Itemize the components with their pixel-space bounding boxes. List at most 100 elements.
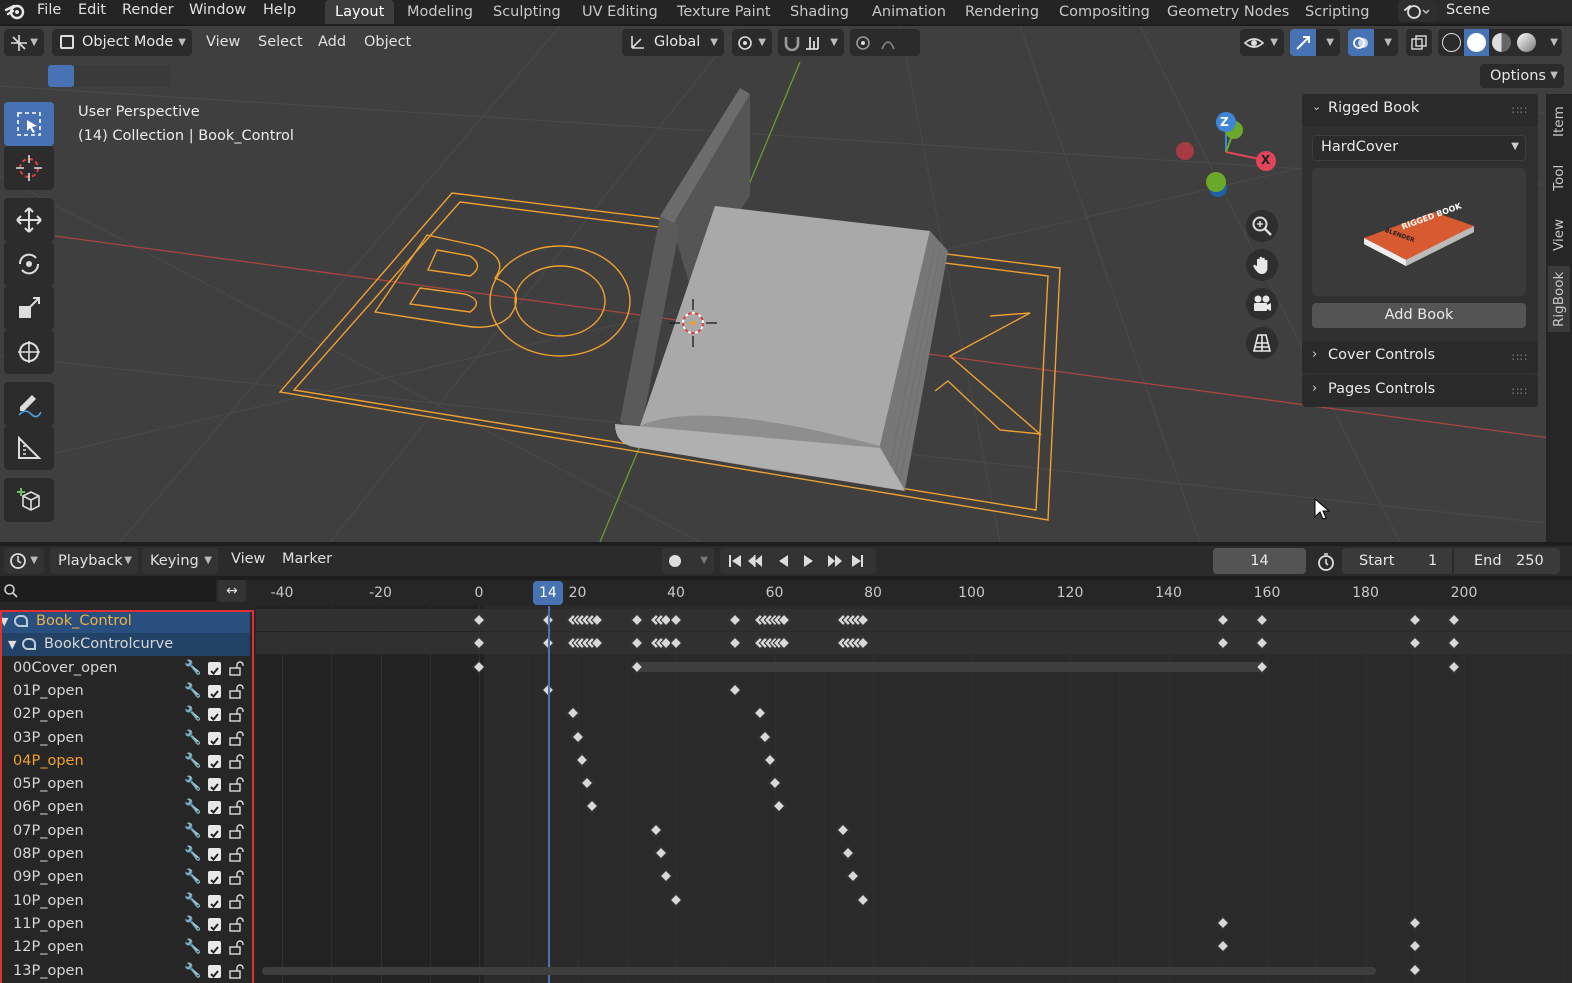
menu-window[interactable]: Window	[189, 0, 246, 22]
current-frame-indicator[interactable]: 14	[532, 581, 563, 605]
drag-handle-icon[interactable]: ∷∷	[1512, 385, 1528, 398]
rigged-book-panel-header[interactable]: ⌄ Rigged Book ∷∷	[1302, 94, 1538, 126]
tab-view[interactable]: View	[1548, 208, 1570, 262]
channel-row[interactable]: 00Cover_open 🔧	[0, 657, 250, 680]
tab-uv-editing[interactable]: UV Editing	[572, 0, 668, 24]
channel-enable-checkbox[interactable]	[208, 824, 221, 838]
channel-row[interactable]: ▼ BookControlcurve	[0, 633, 250, 657]
channel-row[interactable]: 10P_open 🔧	[0, 890, 250, 913]
wrench-icon[interactable]: 🔧	[184, 960, 201, 983]
overlays-toggle-group[interactable]: ▼	[1348, 29, 1398, 56]
overlays-toggle-button[interactable]	[1348, 29, 1374, 56]
keyframe[interactable]	[842, 846, 855, 860]
channel-row[interactable]: 06P_open 🔧	[0, 796, 250, 819]
gizmo-toggle-button[interactable]	[1290, 29, 1316, 56]
keyframe[interactable]	[1408, 939, 1422, 953]
drag-handle-icon[interactable]: ∷∷	[1512, 104, 1528, 117]
wrench-icon[interactable]: 🔧	[184, 680, 201, 703]
select-new-icon[interactable]	[48, 65, 74, 87]
keyframe[interactable]	[856, 893, 870, 906]
wrench-icon[interactable]: 🔧	[184, 866, 201, 889]
channel-enable-checkbox[interactable]	[208, 871, 221, 885]
camera-view-button[interactable]	[1246, 288, 1278, 320]
rendered-shading-icon[interactable]	[1517, 33, 1536, 52]
record-icon[interactable]	[669, 555, 681, 567]
pages-controls-header[interactable]: › Pages Controls ∷∷	[1302, 375, 1538, 407]
keyframe[interactable]	[1447, 660, 1461, 673]
channel-enable-checkbox[interactable]	[208, 661, 221, 675]
transform-tool[interactable]	[4, 330, 54, 374]
channel-enable-checkbox[interactable]	[208, 894, 221, 908]
keyframe[interactable]	[837, 823, 850, 837]
tab-geometry-nodes[interactable]: Geometry Nodes	[1157, 0, 1299, 24]
channel-row[interactable]: 02P_open 🔧	[0, 703, 250, 726]
keyframe[interactable]	[846, 869, 860, 883]
channel-row[interactable]: 04P_open 🔧	[0, 750, 250, 773]
select-box-tool[interactable]	[4, 102, 54, 146]
keying-menu[interactable]: Keying ▼	[142, 548, 218, 574]
add-book-button[interactable]: Add Book	[1312, 303, 1526, 328]
blender-logo-icon[interactable]	[4, 1, 26, 21]
keyframe[interactable]	[1408, 916, 1422, 930]
pan-button[interactable]	[1246, 249, 1278, 281]
keyframe[interactable]	[1408, 963, 1422, 976]
wrench-icon[interactable]: 🔧	[184, 890, 201, 913]
wrench-icon[interactable]: 🔧	[184, 750, 201, 773]
channel-row[interactable]: ▼ Book_Control	[0, 610, 250, 633]
channel-row[interactable]: 11P_open 🔧	[0, 913, 250, 936]
cursor-tool[interactable]	[4, 146, 54, 190]
menu-select[interactable]: Select	[258, 29, 303, 55]
wrench-icon[interactable]: 🔧	[184, 703, 201, 726]
keyframe[interactable]	[758, 730, 772, 743]
channel-enable-checkbox[interactable]	[208, 964, 221, 978]
tab-shading[interactable]: Shading	[780, 0, 859, 24]
scale-tool[interactable]	[4, 286, 54, 330]
timeline-ruler[interactable]: -40 -20 0 14 20 40 60 80 100 120 140 160 180 200	[256, 580, 1572, 606]
pivot-dropdown[interactable]: ▼	[732, 29, 772, 56]
select-intersect-icon[interactable]	[146, 65, 170, 87]
end-frame-field[interactable]: End 250	[1454, 548, 1560, 574]
wrench-icon[interactable]: 🔧	[184, 657, 201, 680]
gizmo-toggle-group[interactable]: ▼	[1290, 29, 1340, 56]
tab-item[interactable]: Item	[1548, 96, 1570, 148]
wrench-icon[interactable]: 🔧	[184, 796, 201, 819]
zoom-button[interactable]	[1246, 210, 1278, 242]
tab-rendering[interactable]: Rendering	[955, 0, 1049, 24]
timeline-view-menu[interactable]: View	[231, 551, 265, 567]
channel-enable-checkbox[interactable]	[208, 941, 221, 955]
channel-enable-checkbox[interactable]	[208, 754, 221, 768]
menu-add[interactable]: Add	[318, 29, 346, 55]
wrench-icon[interactable]: 🔧	[184, 936, 201, 959]
wireframe-shading-icon[interactable]	[1442, 33, 1461, 52]
channel-row[interactable]: 01P_open 🔧	[0, 680, 250, 703]
current-frame-field[interactable]: 14	[1213, 548, 1306, 574]
rotate-tool[interactable]	[4, 242, 54, 286]
keyframe[interactable]	[728, 683, 742, 697]
channel-enable-checkbox[interactable]	[208, 917, 221, 931]
snap-group[interactable]: ▼	[778, 29, 844, 56]
drag-handle-icon[interactable]: ∷∷	[1512, 351, 1528, 364]
auto-keying-group[interactable]: ▼	[662, 548, 714, 574]
keyframe[interactable]	[585, 800, 599, 813]
tab-rigbook[interactable]: RigBook	[1548, 266, 1570, 332]
channel-row[interactable]: 07P_open 🔧	[0, 820, 250, 843]
keyframe[interactable]	[654, 846, 668, 860]
channel-enable-checkbox[interactable]	[208, 731, 221, 745]
preset-dropdown[interactable]: HardCover ▼	[1312, 135, 1526, 161]
wrench-icon[interactable]: 🔧	[184, 913, 201, 936]
measure-tool[interactable]	[4, 426, 54, 470]
channel-search-input[interactable]	[0, 580, 216, 602]
channel-enable-checkbox[interactable]	[208, 848, 221, 861]
select-subtract-icon[interactable]	[98, 65, 122, 87]
shading-mode-group[interactable]: ▼	[1438, 29, 1562, 56]
proportional-edit-group[interactable]	[850, 29, 920, 56]
tab-compositing[interactable]: Compositing	[1049, 0, 1160, 24]
channel-enable-checkbox[interactable]	[208, 708, 221, 722]
options-dropdown[interactable]: Options ▼	[1480, 64, 1564, 88]
dopesheet-area[interactable]	[256, 606, 1572, 983]
xray-toggle-button[interactable]	[1406, 29, 1432, 56]
menu-file[interactable]: File	[37, 0, 61, 22]
keyframe[interactable]	[768, 776, 781, 790]
keyframe[interactable]	[669, 893, 683, 906]
expand-triangle-icon[interactable]: ▼	[0, 610, 8, 633]
